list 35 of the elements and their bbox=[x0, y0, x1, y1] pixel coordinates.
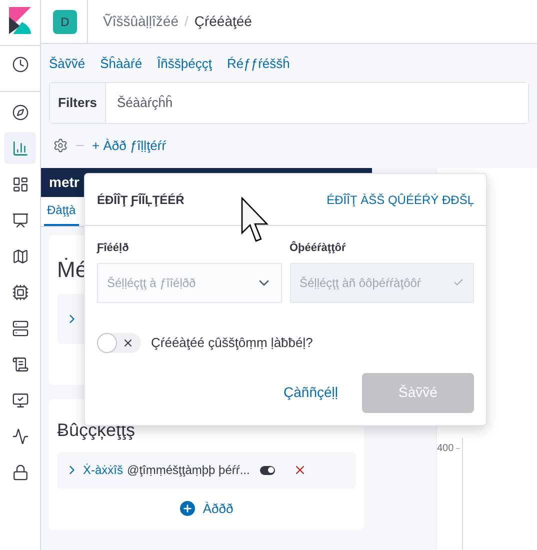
bucket-description: @ţîṃṃéšţţàṃþþ þéŕŕ... bbox=[127, 462, 250, 479]
save-button: Šàṽṽé bbox=[362, 372, 474, 412]
select-field: Šéḷḷéçţţ àñ ôôþéŕŕàţôôŕ bbox=[290, 262, 474, 302]
toggle-switch[interactable] bbox=[97, 332, 141, 352]
add-filter-link[interactable]: + Àðð ƒîḷḷţéŕŕ bbox=[92, 136, 166, 156]
bar-chart-icon[interactable] bbox=[4, 132, 36, 164]
breadcrumb[interactable]: Ṽîššûàḷḷîžéé bbox=[103, 11, 178, 32]
menu-link[interactable]: Šàṽṽé bbox=[49, 54, 86, 74]
check-icon bbox=[453, 277, 464, 288]
cancel-button[interactable]: Çàññçéḷḷ bbox=[284, 382, 338, 403]
space-avatar[interactable]: D bbox=[53, 10, 77, 34]
axis-tick-label: 400 bbox=[437, 442, 454, 456]
settings-icon[interactable] bbox=[53, 138, 68, 153]
cursor-icon bbox=[241, 197, 271, 243]
toggle-icon[interactable] bbox=[260, 466, 275, 474]
menu-link[interactable]: Îñššþéççţ bbox=[157, 54, 212, 74]
breadcrumb-separator: / bbox=[184, 12, 188, 31]
switch-label: Çŕééàţéé çûššţôṃṃ ḷàƀƀéḷ? bbox=[151, 334, 313, 352]
breadcrumb: Çŕééàţéé bbox=[194, 12, 252, 31]
field-label: Ƒîééḷð bbox=[97, 241, 130, 256]
add-button[interactable]: Àððð bbox=[180, 498, 234, 518]
panel-title: metr bbox=[49, 172, 80, 192]
menu-link[interactable]: Ŕéƒƒŕéššĥ bbox=[226, 54, 290, 74]
popover-title: ÉÐÎÎŢ ƑÎĨĻŢÉÉŔ bbox=[97, 192, 184, 208]
card-title: Ƀûççķéţţş bbox=[57, 418, 136, 442]
edit-dsl-link[interactable]: ÉÐÎÎŢ ÀŠŠ QÛÉÉŔÝ ÐÐŠĻ bbox=[326, 190, 474, 208]
cross-icon bbox=[122, 336, 134, 348]
bucket-name[interactable]: Ẋ-àẋẋîš bbox=[83, 461, 124, 479]
logo-icon[interactable] bbox=[9, 7, 31, 34]
plus-icon bbox=[180, 500, 195, 516]
tab[interactable]: Ðàţţà bbox=[44, 196, 79, 226]
query-bar[interactable]: Filters Šéààŕçĥĥ bbox=[49, 82, 529, 124]
filters-label: Filters bbox=[50, 82, 106, 122]
menu-link[interactable]: Šĥààŕé bbox=[100, 54, 142, 74]
field-label: Ôþééŕàţţôŕ bbox=[290, 240, 347, 256]
